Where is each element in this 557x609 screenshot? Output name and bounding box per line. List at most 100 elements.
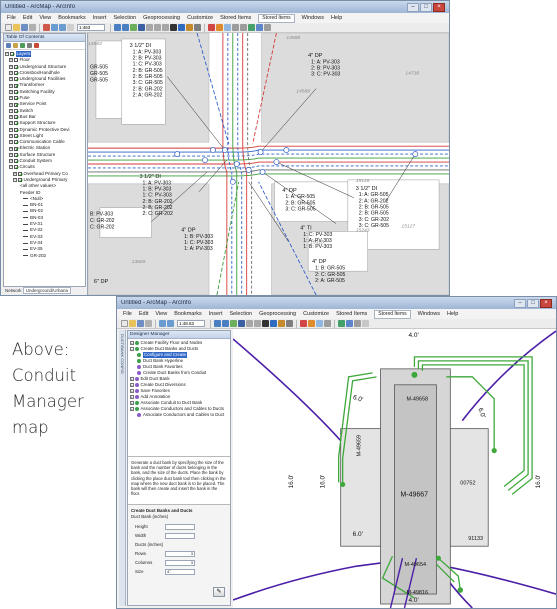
maximize-button[interactable]: □ (420, 2, 432, 12)
find-icon[interactable] (278, 320, 285, 327)
expand-toggle-icon[interactable]: + (9, 127, 13, 132)
open-icon[interactable] (13, 24, 20, 31)
layer-visibility-checkbox[interactable] (14, 152, 18, 157)
layer-visibility-checkbox[interactable] (14, 108, 18, 113)
expand-toggle-icon[interactable]: + (9, 102, 13, 107)
menu-help[interactable]: Help (331, 15, 342, 21)
zoom-out-icon[interactable] (222, 320, 229, 327)
expand-toggle-icon[interactable]: + (9, 89, 13, 94)
stored-items-dropdown[interactable]: Stored Items (374, 309, 411, 319)
expand-toggle-icon[interactable]: + (9, 134, 13, 138)
close-button[interactable]: × (540, 298, 552, 308)
expand-toggle-icon[interactable]: + (9, 140, 13, 145)
expand-toggle-icon[interactable]: + (130, 407, 134, 411)
list-by-visibility-icon[interactable] (20, 43, 25, 48)
forward-icon[interactable] (162, 24, 169, 31)
menu-bookmarks[interactable]: Bookmarks (58, 15, 86, 21)
flag-icon[interactable] (308, 320, 315, 327)
expand-toggle-icon[interactable]: + (13, 171, 17, 176)
scale-combo[interactable]: 1:463 (77, 24, 105, 31)
expand-toggle-icon[interactable]: − (5, 52, 9, 57)
layer-visibility-checkbox[interactable] (14, 96, 18, 101)
find-icon[interactable] (186, 24, 193, 31)
flag-icon[interactable] (216, 24, 223, 31)
close-button[interactable]: × (433, 2, 445, 12)
expand-toggle-icon[interactable]: + (9, 64, 13, 69)
new-icon[interactable] (5, 24, 12, 31)
list-by-source-icon[interactable] (13, 43, 18, 48)
print-icon[interactable] (145, 320, 152, 327)
redo-icon[interactable] (167, 320, 174, 327)
expand-toggle-icon[interactable]: + (130, 401, 134, 405)
save-icon[interactable] (21, 24, 28, 31)
layer-visibility-checkbox[interactable] (18, 171, 22, 176)
list-by-drawing-order-icon[interactable] (6, 43, 11, 48)
menu-geoprocessing[interactable]: Geoprocessing (259, 311, 296, 317)
editor-icon[interactable] (324, 320, 331, 327)
layer-visibility-checkbox[interactable] (14, 89, 18, 94)
options-icon[interactable] (34, 43, 39, 48)
menu-selection[interactable]: Selection (113, 15, 136, 21)
menu-windows[interactable]: Windows (418, 311, 440, 317)
settings-icon[interactable] (362, 320, 369, 327)
zoom-in-icon[interactable] (214, 320, 221, 327)
menu-geoprocessing[interactable]: Geoprocessing (143, 15, 180, 21)
layer-visibility-checkbox[interactable] (14, 165, 18, 170)
redo-icon[interactable] (59, 24, 66, 31)
select-icon[interactable] (170, 24, 177, 31)
duct-bank-map-canvas[interactable]: 6.0' 6.0' 6.0' 16.0' 16.0' 16.0' 4.0' 4.0' M-496… (233, 329, 556, 608)
add-data-icon[interactable] (67, 24, 74, 31)
trace-icon[interactable] (300, 320, 307, 327)
expand-toggle-icon[interactable]: + (9, 96, 13, 101)
layer-visibility-checkbox[interactable] (14, 64, 18, 69)
expand-toggle-icon[interactable]: + (9, 71, 13, 76)
expand-toggle-icon[interactable]: + (9, 58, 13, 63)
layer-visibility-checkbox[interactable] (14, 115, 18, 120)
layer-visibility-checkbox[interactable] (14, 146, 18, 151)
network-dropdown[interactable]: Underground/Urbana (22, 287, 72, 294)
expand-toggle-icon[interactable]: + (9, 152, 13, 157)
layer-visibility-checkbox[interactable] (14, 102, 18, 107)
menu-edit[interactable]: Edit (23, 15, 32, 21)
full-extent-icon[interactable] (238, 320, 245, 327)
identify-icon[interactable] (270, 320, 277, 327)
menu-file[interactable]: File (123, 311, 132, 317)
expand-toggle-icon[interactable]: + (130, 395, 134, 399)
editor-icon[interactable] (232, 24, 239, 31)
layer-visibility-checkbox[interactable] (14, 71, 18, 76)
undo-icon[interactable] (51, 24, 58, 31)
expand-toggle-icon[interactable]: + (130, 383, 134, 387)
expand-toggle-icon[interactable]: + (130, 341, 134, 345)
side-tab-label[interactable]: DUCT/BANK CONFIG (120, 334, 125, 374)
menu-view[interactable]: View (39, 15, 51, 21)
identify-icon[interactable] (178, 24, 185, 31)
conduit-map-canvas[interactable]: 3 1/2" DI1: A: PV-3032: B: PV-3031: C: P… (88, 33, 449, 295)
measure-icon[interactable] (194, 24, 201, 31)
expand-toggle-icon[interactable]: + (9, 83, 13, 88)
maximize-button[interactable]: □ (527, 298, 539, 308)
layer-visibility-checkbox[interactable] (14, 121, 18, 126)
network-icon[interactable] (316, 320, 323, 327)
menu-bookmarks[interactable]: Bookmarks (174, 311, 202, 317)
toolbox-icon[interactable] (264, 24, 271, 31)
stored-items-dropdown[interactable]: Stored Items (258, 13, 295, 23)
expand-toggle-icon[interactable]: + (130, 377, 134, 381)
menu-windows[interactable]: Windows (302, 15, 324, 21)
menu-view[interactable]: View (155, 311, 167, 317)
delete-icon[interactable] (43, 24, 50, 31)
attributes-icon[interactable] (248, 24, 255, 31)
list-by-selection-icon[interactable] (27, 43, 32, 48)
back-icon[interactable] (246, 320, 253, 327)
full-extent-icon[interactable] (138, 24, 145, 31)
network-icon[interactable] (224, 24, 231, 31)
undo-icon[interactable] (159, 320, 166, 327)
forward-icon[interactable] (254, 320, 261, 327)
designer-icon[interactable] (346, 320, 353, 327)
rows-stepper[interactable]: 3 (165, 550, 195, 557)
menu-customize[interactable]: Customize (187, 15, 213, 21)
menu-insert[interactable]: Insert (209, 311, 223, 317)
menu-insert[interactable]: Insert (93, 15, 107, 21)
menu-file[interactable]: File (7, 15, 16, 21)
zoom-out-icon[interactable] (122, 24, 129, 31)
expand-toggle-icon[interactable]: + (9, 146, 13, 151)
